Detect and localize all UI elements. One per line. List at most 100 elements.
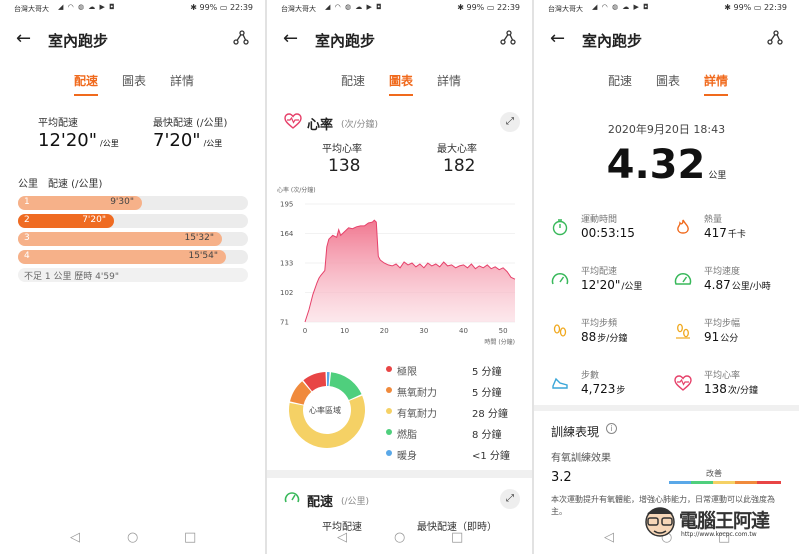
nav-home-icon[interactable]: ○ [127,530,138,545]
tab-bar: 配速 圖表 詳情 [267,70,532,96]
nav-back-icon[interactable]: ◁ [604,530,614,545]
tab-chart[interactable]: 圖表 [122,72,146,89]
pace-row: 3 15'32" [18,232,248,246]
zone-name: 有氧耐力 [397,409,437,420]
back-arrow-icon[interactable]: ← [16,28,31,49]
nav-recents-icon[interactable]: □ [184,530,196,545]
y-tick-label: 195 [280,201,293,209]
zone-name: 暖身 [397,451,417,462]
tab-details[interactable]: 詳情 [704,72,729,96]
km-pace: 15'54" [188,251,218,261]
zone-minutes: 5 分鐘 [472,388,502,399]
tab-details[interactable]: 詳情 [170,72,194,89]
info-icon[interactable]: i [606,423,617,434]
tab-pace[interactable]: 配速 [74,72,99,96]
battery-time: ✱ 99% ▭ 22:39 [190,3,253,12]
back-arrow-icon[interactable]: ← [550,28,565,49]
metric-label: 步數 [581,371,600,381]
metric-label: 運動時間 [581,215,618,225]
status-bar: 台灣大哥大 ◢ ◠ ◍ ☁ ▶ ◘ ✱ 99% ▭ 22:39 [534,0,799,16]
metric-value: 138次/分鐘 [704,382,758,396]
scale-segment [757,481,781,484]
zone-name: 燃脂 [397,430,417,441]
x-tick-label: 10 [340,327,349,335]
zone-color-dot [386,429,392,435]
zone-minutes: 28 分鐘 [472,409,508,420]
avg-pace-number: 12'20" [38,130,98,151]
scale-segment [735,481,757,484]
footprints-icon [553,324,567,337]
tab-pace[interactable]: 配速 [608,72,632,89]
avg-pace-value: 12'20"/公里 [38,130,119,151]
metric-number: 138 [704,382,727,396]
aerobic-value: 3.2 [551,470,572,485]
page-title: 室內跑步 [315,32,376,50]
pace-bar: 3 15'32" [18,232,222,246]
metric-unit: 步/分鐘 [597,334,628,344]
metric-value: 4.87公里/小時 [704,278,771,292]
x-tick-label: 50 [499,327,508,335]
metric-unit: 次/分鐘 [727,386,758,396]
metric-number: 12'20" [581,278,621,292]
nav-back-icon[interactable]: ◁ [337,530,347,545]
nav-back-icon[interactable]: ◁ [70,530,80,545]
hr-unit: (次/分鐘) [341,120,379,130]
scale-marker-label: 改善 [706,469,722,478]
back-arrow-icon[interactable]: ← [283,28,298,49]
pace-bar: 2 7'20" [18,214,114,228]
km-pace: 15'32" [184,233,214,243]
metric-unit: 千卡 [727,230,746,240]
nav-home-icon[interactable]: ○ [394,530,405,545]
metric-number: 4,723 [581,382,616,396]
zone-slice [327,372,330,387]
share-route-icon[interactable] [233,30,249,46]
tab-bar: 配速 圖表 詳情 [534,70,799,96]
hr-title: 心率 [307,118,334,133]
y-tick-label: 71 [280,319,289,327]
app-bar: ← 室內跑步 [534,22,799,56]
battery-level: 99% [733,3,752,12]
x-axis-label: 時間 (分鐘) [484,338,515,346]
share-route-icon[interactable] [500,30,516,46]
avg-pace-label: 平均配速 [38,118,78,129]
km-index: 1 [24,197,30,207]
tab-chart[interactable]: 圖表 [656,72,680,89]
workout-datetime: 2020年9月20日 18:43 [607,123,726,136]
metric-label: 平均速度 [704,267,741,277]
x-tick-label: 40 [459,327,468,335]
metric-value: 88步/分鐘 [581,330,627,344]
watermark-text: 電腦王阿達 [679,510,770,532]
tab-chart[interactable]: 圖表 [389,72,414,96]
share-route-icon[interactable] [767,30,783,46]
zone-color-dot [386,450,392,456]
clock: 22:39 [229,3,253,12]
zone-minutes: <1 分鐘 [472,451,510,462]
heart-rate-icon [674,375,692,391]
x-tick-label: 20 [380,327,389,335]
training-title: 訓練表現 [551,425,600,439]
zone-name: 極限 [397,367,417,378]
metric-label: 平均心率 [704,371,741,381]
status-bar: 台灣大哥大 ◢ ◠ ◍ ☁ ▶ ◘ ✱ 99% ▭ 22:39 [267,0,532,16]
pace-row-remainder: 不足 1 公里 歷時 4'59" [18,268,248,282]
pace-section-title: 配速 [307,495,334,510]
section-divider [534,405,799,411]
pace-bar: 4 15'54" [18,250,226,264]
battery-level: 99% [466,3,485,12]
y-tick-label: 102 [280,289,293,297]
expand-icon[interactable]: ⤢ [500,112,520,132]
tab-pace[interactable]: 配速 [341,72,365,89]
scale-segment [669,481,691,484]
expand-icon[interactable]: ⤢ [500,489,520,509]
y-tick-label: 164 [280,230,294,238]
tab-bar: 配速 圖表 詳情 [0,70,265,96]
battery-level: 99% [199,3,218,12]
tab-details[interactable]: 詳情 [437,72,461,89]
mascot-logo [645,507,675,537]
metric-unit: 公里/小時 [731,282,771,292]
nav-recents-icon[interactable]: □ [451,530,463,545]
pace-screen: 台灣大哥大 ◢ ◠ ◍ ☁ ▶ ◘ ✱ 99% ▭ 22:39 ← 室內跑步 配… [0,0,265,554]
metric-number: 417 [704,226,727,240]
metric-number: 00:53:15 [581,226,635,240]
metric-unit: 步 [616,386,626,396]
